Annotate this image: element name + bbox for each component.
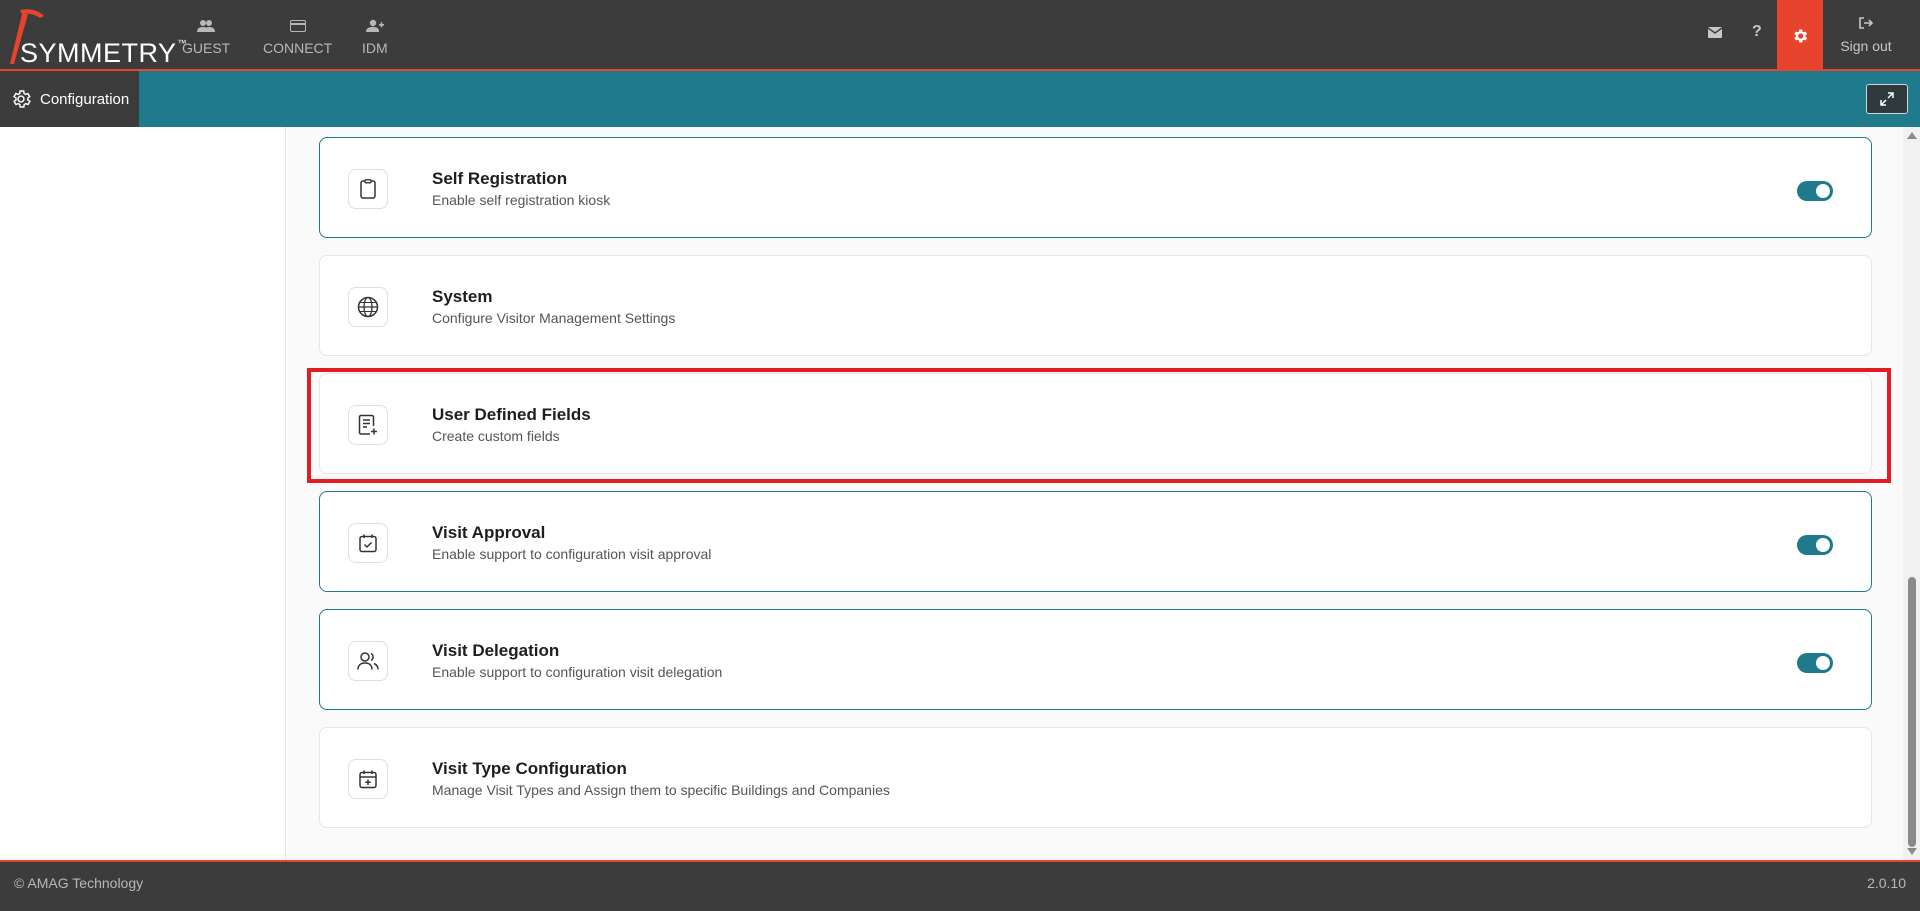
card-description: Enable support to configuration visit ap… xyxy=(432,546,712,562)
sub-bar: Configuration xyxy=(0,71,1920,127)
nav-connect[interactable]: CONNECT xyxy=(263,16,332,56)
card-description: Configure Visitor Management Settings xyxy=(432,310,676,326)
nav-guest[interactable]: GUEST xyxy=(182,16,230,56)
sign-out-button[interactable]: Sign out xyxy=(1826,16,1906,54)
settings-button[interactable] xyxy=(1777,0,1823,71)
copyright-text: © AMAG Technology xyxy=(14,875,144,891)
configuration-label: Configuration xyxy=(40,90,130,108)
gear-icon xyxy=(1794,28,1808,43)
calendar-check-icon xyxy=(348,523,388,563)
scrollbar[interactable] xyxy=(1903,127,1920,860)
nav-connect-label: CONNECT xyxy=(263,40,333,56)
card-icon xyxy=(289,16,306,36)
users-outline-icon xyxy=(348,641,388,681)
card-title: Visit Delegation xyxy=(432,641,560,660)
card-description: Enable self registration kiosk xyxy=(432,192,611,208)
users-icon xyxy=(197,16,216,36)
sign-out-icon xyxy=(1859,16,1874,32)
card-description: Create custom fields xyxy=(432,428,560,444)
top-bar: SYMMETRY™ GUEST CONNECT IDM ? Sign out xyxy=(0,0,1920,71)
document-add-icon xyxy=(348,405,388,445)
scroll-down-arrow-icon[interactable] xyxy=(1907,848,1917,855)
card-visit-type-configuration[interactable]: Visit Type Configuration Manage Visit Ty… xyxy=(319,727,1872,828)
footer: © AMAG Technology 2.0.10 xyxy=(0,860,1920,911)
logo-text: SYMMETRY™ xyxy=(20,38,188,68)
help-icon[interactable]: ? xyxy=(1752,23,1762,41)
settings-list: Self Registration Enable self registrati… xyxy=(287,127,1903,860)
card-title: Visit Approval xyxy=(432,523,546,542)
clipboard-icon xyxy=(348,169,388,209)
card-title: Self Registration xyxy=(432,169,568,188)
calendar-plus-icon xyxy=(348,759,388,799)
settings-outline-icon xyxy=(10,88,32,110)
card-self-registration[interactable]: Self Registration Enable self registrati… xyxy=(319,137,1872,238)
card-visit-delegation[interactable]: Visit Delegation Enable support to confi… xyxy=(319,609,1872,710)
self-registration-toggle[interactable] xyxy=(1797,181,1833,201)
card-visit-approval[interactable]: Visit Approval Enable support to configu… xyxy=(319,491,1872,592)
card-title: System xyxy=(432,287,493,306)
sign-out-label: Sign out xyxy=(1840,38,1892,54)
fullscreen-button[interactable] xyxy=(1866,84,1908,114)
card-description: Manage Visit Types and Assign them to sp… xyxy=(432,782,890,798)
globe-icon xyxy=(348,287,388,327)
card-title: User Defined Fields xyxy=(432,405,591,424)
scroll-up-arrow-icon[interactable] xyxy=(1907,132,1917,139)
scrollbar-thumb[interactable] xyxy=(1908,577,1916,847)
visit-approval-toggle[interactable] xyxy=(1797,535,1833,555)
visit-delegation-toggle[interactable] xyxy=(1797,653,1833,673)
nav-guest-label: GUEST xyxy=(182,40,231,56)
card-title: Visit Type Configuration xyxy=(432,759,627,778)
nav-idm[interactable]: IDM xyxy=(362,16,388,56)
mail-icon[interactable] xyxy=(1707,25,1723,43)
card-system[interactable]: System Configure Visitor Management Sett… xyxy=(319,255,1872,356)
user-add-icon xyxy=(365,16,384,36)
sidebar xyxy=(0,127,286,860)
symmetry-logo[interactable]: SYMMETRY™ xyxy=(6,6,187,68)
expand-icon xyxy=(1880,92,1894,106)
configuration-tab[interactable]: Configuration xyxy=(0,71,139,127)
card-description: Enable support to configuration visit de… xyxy=(432,664,723,680)
card-user-defined-fields[interactable]: User Defined Fields Create custom fields xyxy=(319,373,1872,474)
nav-idm-label: IDM xyxy=(362,40,388,56)
version-text: 2.0.10 xyxy=(1867,875,1906,891)
